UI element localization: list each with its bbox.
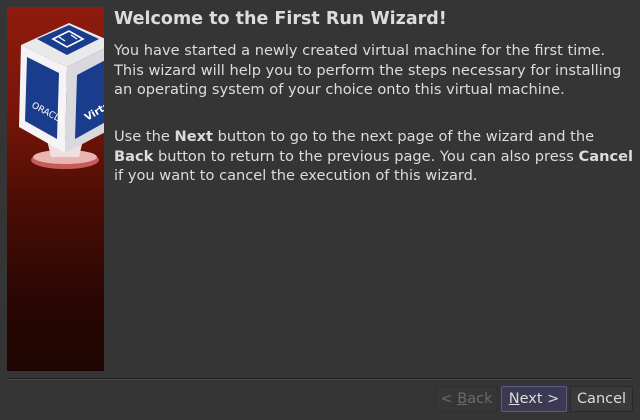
- next-keyword: Next: [174, 128, 214, 145]
- back-button-mnemonic: B: [457, 391, 468, 407]
- back-button-prefix: <: [440, 391, 458, 407]
- instructions-text: Use the Next button to go to the next pa…: [114, 127, 634, 186]
- next-button[interactable]: Next >: [501, 386, 567, 412]
- button-separator: [7, 378, 633, 380]
- back-keyword: Back: [114, 147, 154, 165]
- cancel-button[interactable]: Cancel: [570, 386, 633, 412]
- next-button-rest: ext >: [519, 391, 560, 407]
- back-button[interactable]: < Back: [435, 386, 498, 412]
- cancel-keyword: Cancel: [578, 147, 634, 165]
- instructions-part: button to go to the next page of the wiz…: [213, 128, 595, 145]
- instructions-part: Use the: [114, 128, 175, 145]
- page-title: Welcome to the First Run Wizard!: [114, 9, 447, 29]
- virtualbox-logo: ORACLE Virtu: [19, 23, 104, 169]
- wizard-side-banner: ORACLE Virtu: [7, 7, 104, 371]
- instructions-part: button to return to the previous page. Y…: [153, 147, 579, 165]
- intro-text: You have started a newly created virtual…: [114, 42, 622, 98]
- next-button-mnemonic: N: [508, 391, 520, 407]
- instructions-part: if you want to cancel the execution of t…: [114, 167, 478, 184]
- back-button-rest: ack: [467, 391, 493, 407]
